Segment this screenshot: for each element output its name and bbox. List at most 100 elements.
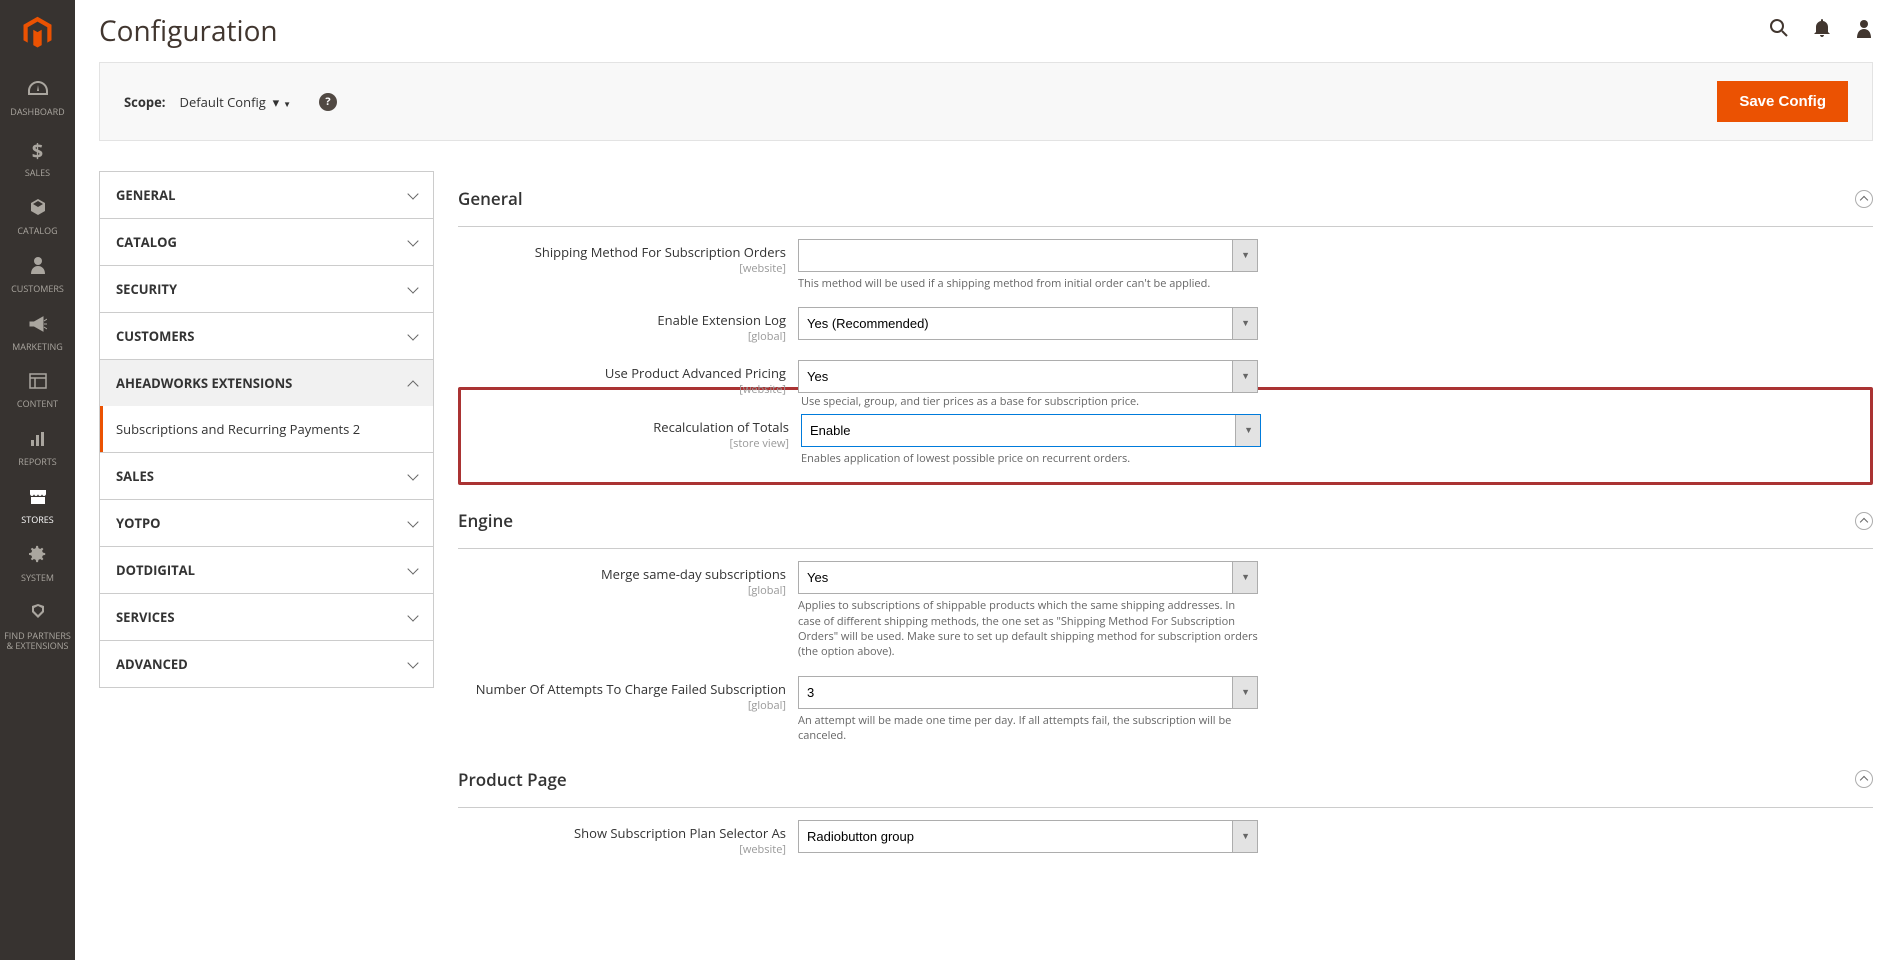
- field-label: Number Of Attempts To Charge Failed Subs…: [458, 680, 786, 698]
- magento-logo[interactable]: [20, 0, 55, 69]
- notifications-icon[interactable]: [1813, 18, 1831, 44]
- chevron-down-icon: [409, 233, 417, 251]
- section-engine: Engine Merge same-day subscriptions [glo…: [458, 493, 1873, 747]
- config-main: General Shipping Method For Subscription…: [458, 171, 1873, 865]
- chevron-down-icon: [409, 514, 417, 532]
- chevron-down-icon: [409, 467, 417, 485]
- extension-log-select[interactable]: Yes (Recommended): [798, 307, 1258, 340]
- section-general: General Shipping Method For Subscription…: [458, 171, 1873, 485]
- section-title: Engine: [458, 509, 513, 532]
- highlighted-recalculation-field: Use special, group, and tier prices as a…: [458, 387, 1873, 485]
- section-product-page: Product Page Show Subscription Plan Sele…: [458, 752, 1873, 861]
- section-head-product-page[interactable]: Product Page: [458, 752, 1873, 808]
- sidebar-item-label: SALES: [0, 168, 75, 178]
- person-icon: [0, 256, 75, 280]
- field-note: Use special, group, and tier prices as a…: [801, 394, 1261, 409]
- chevron-down-icon: [409, 655, 417, 673]
- field-scope: [global]: [458, 583, 786, 598]
- section-title: General: [458, 187, 523, 210]
- scope-select[interactable]: Default Config ▾: [178, 91, 308, 113]
- sidebar-item-reports[interactable]: REPORTS: [0, 419, 75, 477]
- sidebar-item-label: SYSTEM: [0, 573, 75, 583]
- sidebar-item-label: REPORTS: [0, 457, 75, 467]
- charge-attempts-select[interactable]: 3: [798, 676, 1258, 709]
- field-note: This method will be used if a shipping m…: [798, 276, 1258, 291]
- scope-bar: Scope: Default Config ▾ ? Save Config: [99, 62, 1873, 141]
- nav-section-aheadworks[interactable]: AHEADWORKS EXTENSIONS: [100, 360, 433, 406]
- sidebar-item-system[interactable]: SYSTEM: [0, 535, 75, 593]
- partners-icon: [0, 603, 75, 627]
- save-config-button[interactable]: Save Config: [1717, 81, 1848, 122]
- field-note: An attempt will be made one time per day…: [798, 713, 1258, 744]
- field-label: Enable Extension Log: [458, 311, 786, 329]
- chevron-up-icon: [409, 374, 417, 392]
- sidebar-item-stores[interactable]: STORES: [0, 477, 75, 535]
- page-header: Configuration: [99, 0, 1873, 62]
- nav-section-general[interactable]: GENERAL: [100, 172, 433, 218]
- field-note: Applies to subscriptions of shippable pr…: [798, 598, 1258, 660]
- nav-sub-subscriptions[interactable]: Subscriptions and Recurring Payments 2: [100, 406, 433, 452]
- sidebar-item-label: STORES: [0, 515, 75, 525]
- account-icon[interactable]: [1855, 18, 1873, 44]
- collapse-icon: [1855, 190, 1873, 208]
- sidebar-item-findpartners[interactable]: FIND PARTNERS & EXTENSIONS: [0, 593, 75, 661]
- sidebar-item-sales[interactable]: $ SALES: [0, 127, 75, 188]
- sidebar-item-label: FIND PARTNERS & EXTENSIONS: [0, 631, 75, 651]
- recalculation-select[interactable]: Enable: [801, 414, 1261, 447]
- nav-section-security[interactable]: SECURITY: [100, 266, 433, 312]
- sidebar-item-label: CUSTOMERS: [0, 284, 75, 294]
- chart-icon: [0, 429, 75, 453]
- merge-subscriptions-select[interactable]: Yes: [798, 561, 1258, 594]
- nav-section-customers[interactable]: CUSTOMERS: [100, 313, 433, 359]
- page-title: Configuration: [99, 12, 278, 50]
- sidebar-item-dashboard[interactable]: DASHBOARD: [0, 69, 75, 127]
- field-shipping-method: Shipping Method For Subscription Orders …: [458, 227, 1873, 295]
- sidebar-item-label: CONTENT: [0, 399, 75, 409]
- field-scope: [website]: [458, 261, 786, 276]
- field-label: Recalculation of Totals: [461, 418, 789, 436]
- nav-section-sales[interactable]: SALES: [100, 453, 433, 499]
- catalog-icon: [0, 198, 75, 222]
- field-label: Merge same-day subscriptions: [458, 565, 786, 583]
- nav-section-catalog[interactable]: CATALOG: [100, 219, 433, 265]
- collapse-icon: [1855, 770, 1873, 788]
- admin-sidebar: DASHBOARD $ SALES CATALOG CUSTOMERS MARK…: [0, 0, 75, 960]
- nav-section-yotpo[interactable]: YOTPO: [100, 500, 433, 546]
- sidebar-item-customers[interactable]: CUSTOMERS: [0, 246, 75, 304]
- nav-section-dotdigital[interactable]: DOTDIGITAL: [100, 547, 433, 593]
- field-note: Enables application of lowest possible p…: [801, 451, 1261, 466]
- field-plan-selector: Show Subscription Plan Selector As [webs…: [458, 808, 1873, 861]
- plan-selector-select[interactable]: Radiobutton group: [798, 820, 1258, 853]
- section-head-engine[interactable]: Engine: [458, 493, 1873, 549]
- chevron-down-icon: [409, 327, 417, 345]
- dashboard-icon: [0, 79, 75, 103]
- nav-section-advanced[interactable]: ADVANCED: [100, 641, 433, 687]
- shipping-method-select[interactable]: [798, 239, 1258, 272]
- chevron-down-icon: [409, 608, 417, 626]
- field-scope: [website]: [458, 842, 786, 857]
- field-scope: [store view]: [461, 436, 789, 451]
- search-icon[interactable]: [1769, 18, 1789, 44]
- field-scope: [global]: [458, 698, 786, 713]
- sidebar-item-catalog[interactable]: CATALOG: [0, 188, 75, 246]
- help-icon[interactable]: ?: [319, 93, 337, 111]
- nav-section-services[interactable]: SERVICES: [100, 594, 433, 640]
- advanced-pricing-select[interactable]: Yes: [798, 360, 1258, 393]
- sidebar-item-marketing[interactable]: MARKETING: [0, 304, 75, 362]
- field-label: Shipping Method For Subscription Orders: [458, 243, 786, 261]
- field-extension-log: Enable Extension Log [global] Yes (Recom…: [458, 295, 1873, 348]
- chevron-down-icon: [409, 561, 417, 579]
- sidebar-item-label: CATALOG: [0, 226, 75, 236]
- layout-icon: [0, 371, 75, 395]
- megaphone-icon: [0, 314, 75, 338]
- field-label: Use Product Advanced Pricing: [458, 364, 786, 382]
- chevron-down-icon: [409, 280, 417, 298]
- sidebar-item-content[interactable]: CONTENT: [0, 361, 75, 419]
- field-recalculation: Recalculation of Totals [store view] Ena…: [461, 410, 1870, 470]
- scope-label: Scope:: [124, 93, 166, 111]
- field-scope: [global]: [458, 329, 786, 344]
- field-label: Show Subscription Plan Selector As: [458, 824, 786, 842]
- section-head-general[interactable]: General: [458, 171, 1873, 227]
- field-scope: [website]: [458, 382, 786, 397]
- chevron-down-icon: [409, 186, 417, 204]
